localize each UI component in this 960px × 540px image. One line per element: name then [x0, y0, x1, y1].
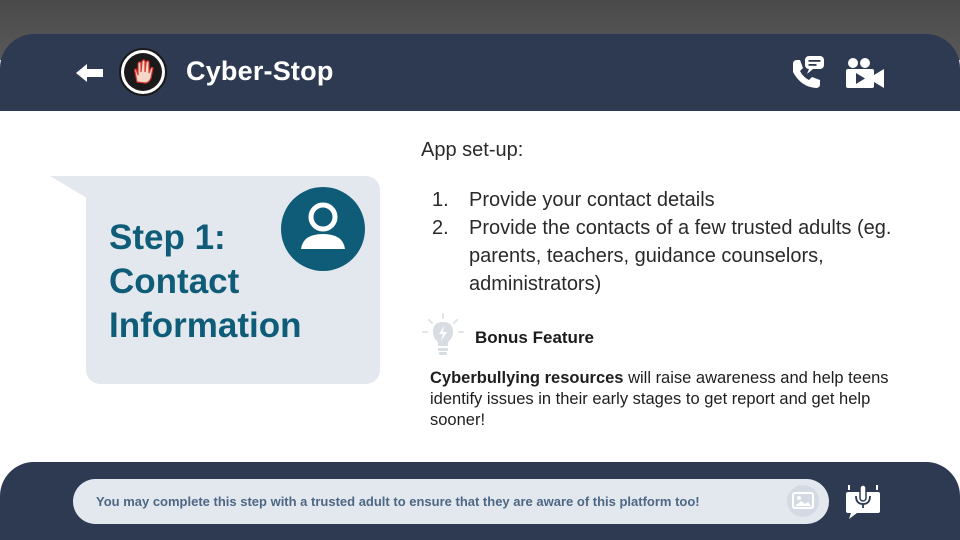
list-item: 1. Provide your contact details [432, 186, 932, 214]
list-item: 2. Provide the contacts of a few trusted… [432, 214, 932, 298]
user-avatar-icon [301, 202, 345, 249]
list-item-number: 1. [432, 189, 449, 211]
bonus-feature-title: Bonus Feature [475, 328, 595, 347]
phone-call-message-icon [793, 56, 824, 88]
app-header: Cyber-Stop [0, 34, 960, 111]
call-message-button[interactable] [789, 54, 827, 92]
bonus-feature-text: Cyberbullying resources will raise aware… [430, 368, 900, 431]
user-avatar [281, 187, 365, 271]
image-icon[interactable] [786, 484, 820, 518]
app-title: Cyber-Stop [186, 56, 334, 86]
footer-message: You may complete this step with a truste… [96, 494, 700, 509]
stop-hand-logo-icon [134, 59, 154, 84]
bonus-bold-text: Cyberbullying resources [430, 369, 624, 387]
app-logo [119, 48, 167, 96]
step-title: Step 1: Contact Information [109, 216, 301, 348]
setup-heading: App set-up: [421, 139, 524, 161]
setup-steps-list: 1. Provide your contact details 2. Provi… [432, 186, 932, 298]
list-item-number: 2. [432, 217, 449, 239]
video-call-button[interactable] [844, 56, 886, 90]
video-camera-icon [846, 58, 884, 88]
back-arrow-icon [76, 64, 103, 82]
lightbulb-icon [422, 313, 464, 355]
step-title-line-3: Information [109, 306, 302, 345]
list-item-text: Provide your contact details [469, 189, 715, 211]
voice-message-button[interactable] [843, 482, 883, 520]
list-item-text: Provide the contacts of a few trusted ad… [469, 217, 892, 295]
step-title-line-1: Step 1: [109, 218, 226, 257]
back-button[interactable] [74, 62, 106, 84]
microphone-icon [846, 484, 880, 519]
step-title-line-2: Contact [109, 262, 240, 301]
